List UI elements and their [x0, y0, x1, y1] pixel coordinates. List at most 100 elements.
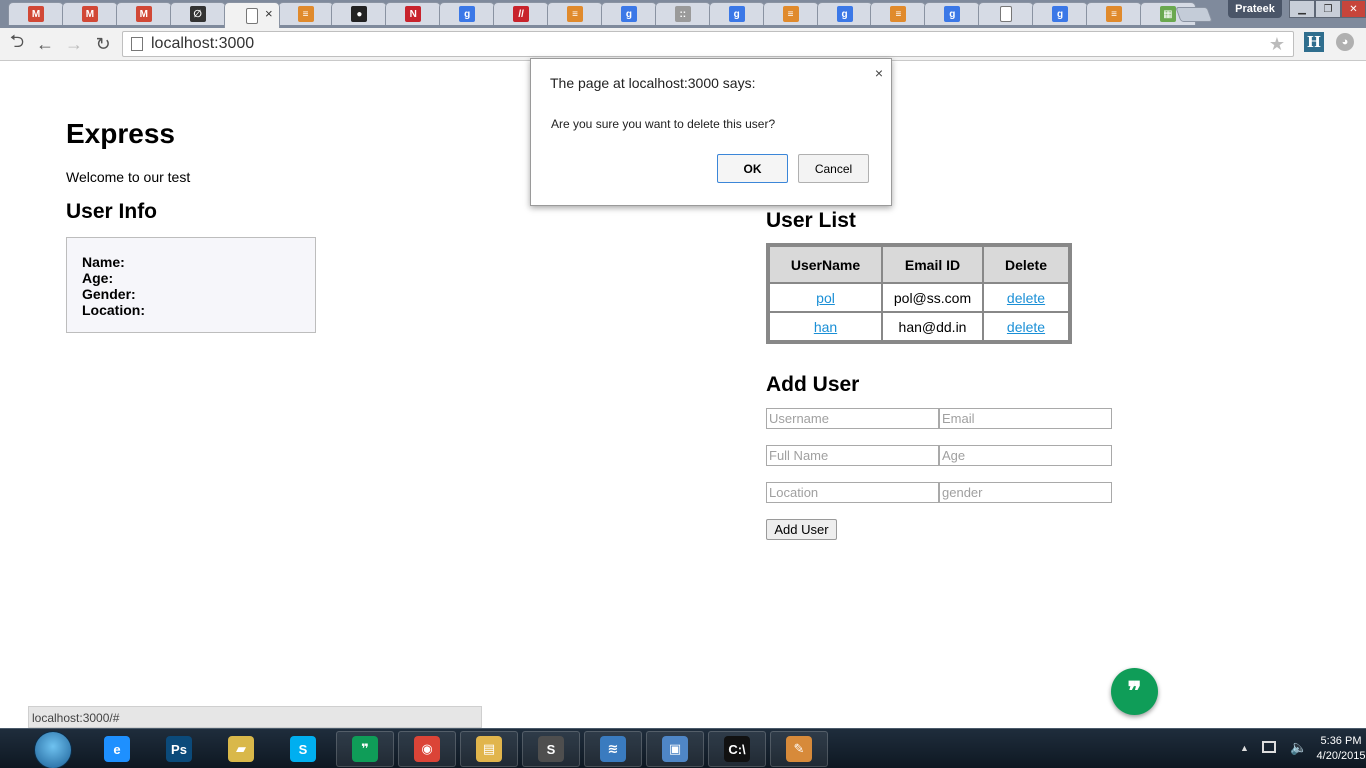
- delete-link[interactable]: delete: [1007, 290, 1045, 306]
- slash-icon: //: [513, 6, 530, 22]
- browser-tab[interactable]: g: [708, 2, 765, 25]
- gmail-icon: M: [28, 6, 44, 22]
- browser-tab[interactable]: ≡: [762, 2, 819, 25]
- browser-toolbar: ⮌ ← → ↻ localhost:3000 ★ H ◕: [0, 28, 1366, 61]
- internet-explorer-icon: e: [104, 736, 130, 762]
- ok-button[interactable]: OK: [717, 154, 788, 183]
- back-button-icon[interactable]: ←: [33, 32, 57, 56]
- taskbar-app[interactable]: ◉: [398, 731, 456, 767]
- delete-link[interactable]: delete: [1007, 319, 1045, 335]
- browser-tab[interactable]: N: [385, 2, 442, 25]
- age-input[interactable]: [939, 445, 1112, 466]
- forward-button-icon[interactable]: →: [62, 32, 86, 56]
- username-input[interactable]: [766, 408, 939, 429]
- folder-icon: ▰: [228, 736, 254, 762]
- new-tab-button[interactable]: [1175, 7, 1213, 22]
- email-input[interactable]: [939, 408, 1112, 429]
- browser-tab[interactable]: g: [439, 2, 496, 25]
- back-arrow-icon[interactable]: ⮌: [5, 31, 29, 56]
- browser-tab[interactable]: ≡: [870, 2, 927, 25]
- browser-tab[interactable]: ≡: [1086, 2, 1142, 25]
- taskbar-app[interactable]: C:\: [708, 731, 766, 767]
- gmail-icon: M: [135, 6, 152, 22]
- browser-tab[interactable]: g: [1032, 2, 1089, 25]
- browser-tab[interactable]: M: [115, 2, 172, 25]
- maximize-button[interactable]: ❐: [1315, 0, 1341, 18]
- table-row: han han@dd.in delete: [769, 312, 1069, 341]
- welcome-text: Welcome to our test: [66, 169, 191, 185]
- extension-icon[interactable]: ◕: [1336, 33, 1354, 51]
- browser-tab[interactable]: ×: [223, 2, 280, 28]
- tray-expand-icon[interactable]: ▲: [1240, 743, 1249, 753]
- username-link[interactable]: pol: [816, 290, 835, 306]
- chrome-icon: ◉: [414, 736, 440, 762]
- close-window-button[interactable]: ✕: [1341, 0, 1366, 18]
- email-cell: han@dd.in: [882, 312, 983, 341]
- user-list-heading: User List: [766, 209, 856, 232]
- taskbar-app[interactable]: S: [522, 731, 580, 767]
- taskbar-app[interactable]: S: [274, 731, 332, 767]
- browser-tab[interactable]: g: [816, 2, 873, 25]
- address-url[interactable]: localhost:3000: [151, 35, 254, 53]
- user-list-table: UserName Email ID Delete pol pol@ss.com …: [766, 243, 1072, 344]
- profile-button[interactable]: Prateek: [1228, 0, 1282, 18]
- paint-icon: ✎: [786, 736, 812, 762]
- gmail-icon: M: [81, 6, 98, 22]
- n-icon: N: [405, 6, 422, 22]
- browser-tab[interactable]: ≡: [547, 2, 603, 25]
- address-bar[interactable]: localhost:3000 ★: [122, 31, 1294, 57]
- bookmark-star-icon[interactable]: ★: [1269, 34, 1285, 55]
- taskbar-app[interactable]: ▤: [460, 731, 518, 767]
- browser-tab[interactable]: M: [61, 2, 118, 25]
- browser-tab[interactable]: ::: [654, 2, 711, 25]
- network-tray-icon[interactable]: [1262, 741, 1276, 753]
- browser-tab[interactable]: ≡: [277, 2, 334, 25]
- sublime-icon: S: [538, 736, 564, 762]
- taskbar-app[interactable]: ▰: [212, 731, 270, 767]
- taskbar-app[interactable]: ▣: [646, 731, 704, 767]
- taskbar-app[interactable]: ✎: [770, 731, 828, 767]
- browser-tab[interactable]: //: [493, 2, 550, 25]
- add-user-heading: Add User: [766, 373, 860, 396]
- google-icon: g: [459, 6, 476, 22]
- confirm-dialog: The page at localhost:3000 says: × Are y…: [530, 58, 892, 206]
- email-cell: pol@ss.com: [882, 283, 983, 312]
- windows-taskbar: ▲ 🔈 5:36 PM 4/20/2015 e Ps ▰ S ❞ ◉ ▤ S ≋ ▣ C:\ ✎: [0, 728, 1366, 768]
- user-info-heading: User Info: [66, 200, 158, 223]
- browser-tab[interactable]: g: [924, 2, 981, 25]
- taskbar-app[interactable]: ❞: [336, 731, 394, 767]
- extension-h-icon[interactable]: H: [1304, 32, 1324, 52]
- location-input[interactable]: [766, 482, 939, 503]
- browser-tab[interactable]: g: [600, 2, 657, 25]
- taskbar-app[interactable]: Ps: [150, 731, 208, 767]
- taskbar-app[interactable]: e: [88, 731, 146, 767]
- info-gender-label: Gender:: [82, 286, 136, 302]
- volume-icon[interactable]: 🔈: [1290, 739, 1307, 756]
- delete-cell: delete: [983, 312, 1069, 341]
- username-link[interactable]: han: [814, 319, 837, 335]
- browser-tab[interactable]: M: [8, 2, 64, 25]
- username-cell: han: [769, 312, 882, 341]
- browser-tab[interactable]: ∅: [169, 2, 226, 25]
- cancel-button[interactable]: Cancel: [798, 154, 869, 183]
- gender-input[interactable]: [939, 482, 1112, 503]
- stackoverflow-icon: ≡: [890, 6, 907, 22]
- info-age-label: Age:: [82, 270, 114, 286]
- tab-close-icon[interactable]: ×: [265, 6, 273, 21]
- hangouts-chat-icon[interactable]: ❞: [1111, 668, 1158, 715]
- minimize-button[interactable]: ▁: [1289, 0, 1315, 18]
- github-icon: ●: [351, 6, 368, 22]
- close-icon[interactable]: ×: [875, 65, 883, 81]
- browser-tab[interactable]: [978, 2, 1035, 25]
- table-header-row: UserName Email ID Delete: [769, 246, 1069, 283]
- start-button[interactable]: [34, 731, 72, 768]
- column-header-username: UserName: [769, 246, 882, 283]
- browser-tab[interactable]: ●: [331, 2, 388, 25]
- user-info-panel: Name: Age: Gender: Location:: [66, 237, 316, 333]
- reload-icon[interactable]: ↻: [91, 32, 115, 56]
- fullname-input[interactable]: [766, 445, 939, 466]
- explorer-icon: ▤: [476, 736, 502, 762]
- taskbar-app[interactable]: ≋: [584, 731, 642, 767]
- system-clock[interactable]: 5:36 PM 4/20/2015: [1312, 734, 1366, 764]
- add-user-button[interactable]: Add User: [766, 519, 837, 540]
